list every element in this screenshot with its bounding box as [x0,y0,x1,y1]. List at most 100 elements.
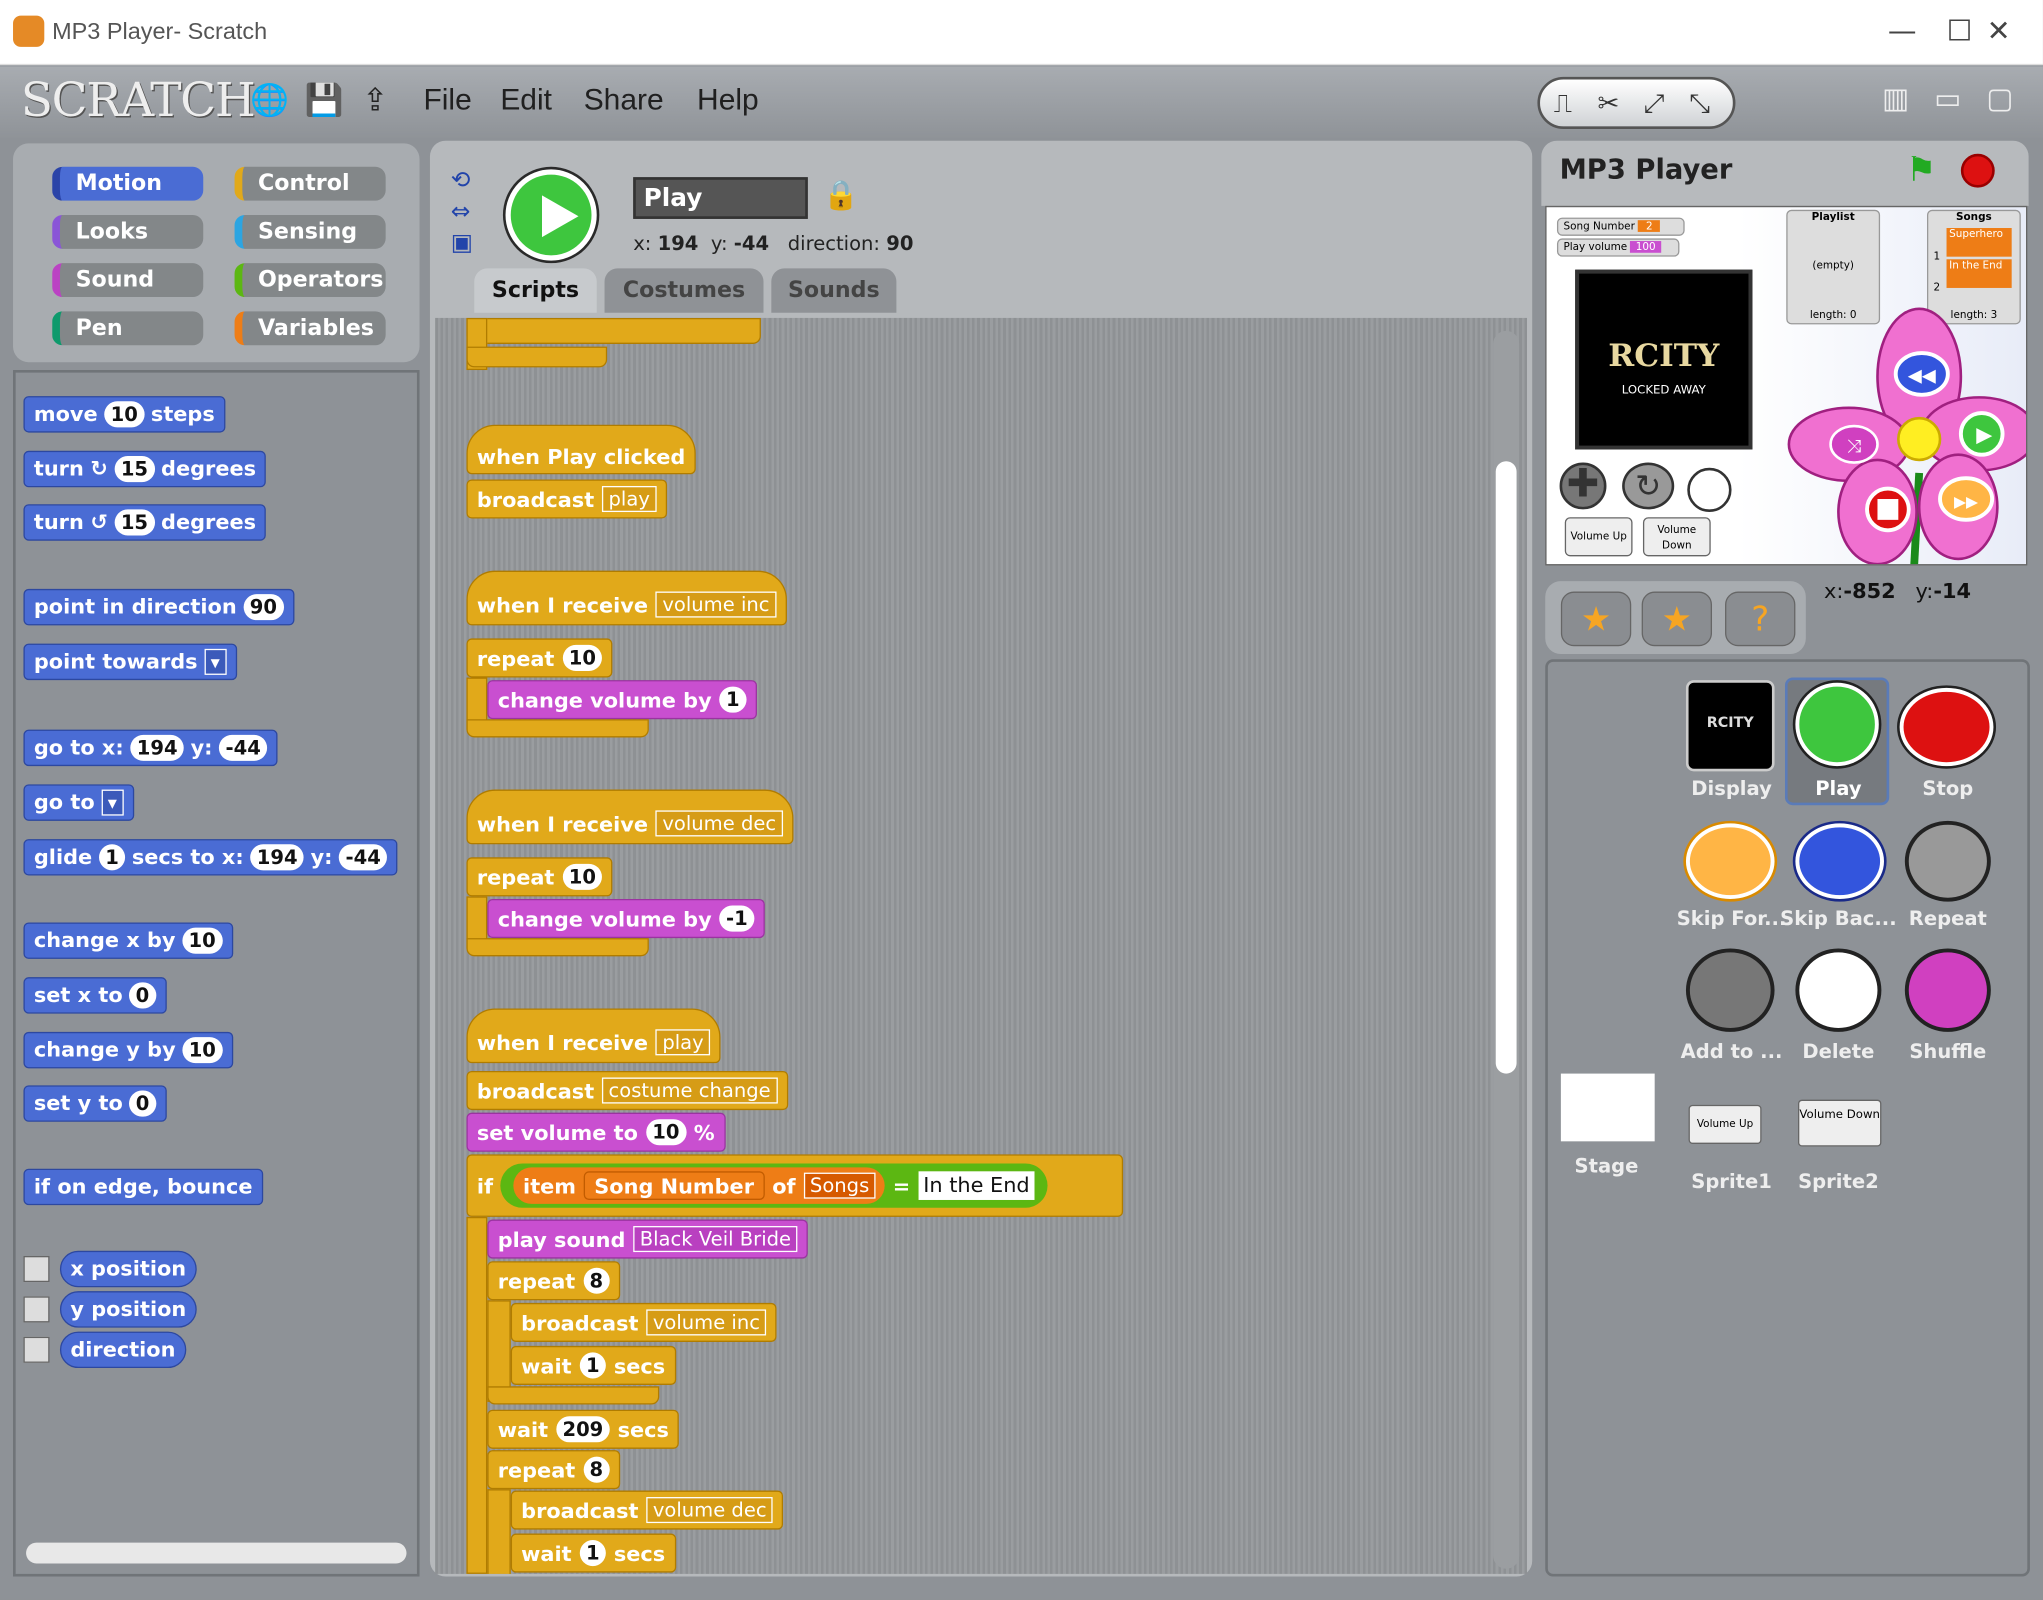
block-wait[interactable]: wait 209 secs [487,1409,680,1449]
block-input[interactable]: 1 [579,1540,607,1567]
block-broadcast[interactable]: broadcast play [466,479,667,519]
stage[interactable]: Song Number 2 Play volume 100 Playlist (… [1545,205,2028,566]
sprite-thumb-display[interactable]: RCITY [1685,680,1775,772]
block-point-direction[interactable]: point in direction 90 [23,588,294,626]
category-looks[interactable]: Looks [52,214,204,249]
message-dropdown[interactable]: costume change [602,1077,778,1104]
tab-costumes[interactable]: Costumes [604,268,764,313]
block-input[interactable]: 1 [98,844,126,871]
block-set-volume[interactable]: set volume to 10% [466,1112,726,1152]
category-control[interactable]: Control [234,166,386,201]
block-input[interactable]: 10 [562,863,603,890]
script-fragment[interactable] [466,317,761,344]
delete-sprite[interactable] [1687,467,1732,513]
dropdown-icon[interactable]: ▾ [101,789,124,816]
reporter-item-of-list[interactable]: item Song Number of Songs [513,1167,885,1204]
choose-sprite-file-icon[interactable]: ★ [1641,591,1713,647]
reporter-direction[interactable]: direction [59,1331,186,1369]
rotation-none-icon[interactable]: ▣ [451,229,473,256]
category-motion[interactable]: Motion [52,166,204,201]
block-input[interactable]: 90 [243,594,284,621]
block-bounce[interactable]: if on edge, bounce [23,1168,263,1206]
block-input[interactable]: 0 [129,982,156,1009]
block-change-volume[interactable]: change volume by -1 [487,899,765,939]
block-set-y[interactable]: set y to 0 [23,1085,167,1122]
message-dropdown[interactable]: play [655,1029,711,1056]
share-upload-icon[interactable]: ⇪ [357,82,393,118]
block-broadcast[interactable]: broadcast costume change [466,1070,788,1111]
block-glide[interactable]: glide 1 secs to x: 194 y: -44 [23,839,398,876]
category-sound[interactable]: Sound [52,263,204,298]
block-repeat[interactable]: repeat 10 [466,857,613,897]
block-input[interactable]: -44 [339,844,388,871]
block-change-y[interactable]: change y by 10 [23,1031,233,1069]
sprite-thumb-skip-back[interactable] [1795,823,1884,900]
reporter-y-position[interactable]: y position [59,1291,197,1328]
sprite-thumb-add[interactable] [1685,948,1775,1032]
block-input[interactable]: 1 [719,686,747,713]
block-input[interactable]: 0 [129,1090,156,1117]
grow-icon[interactable]: ⤢ [1631,79,1677,126]
sprite-thumb-repeat[interactable] [1904,820,1991,902]
checkbox-x-position[interactable] [23,1255,50,1283]
category-sensing[interactable]: Sensing [234,214,386,249]
menu-file[interactable]: File [423,82,471,117]
block-input[interactable]: 8 [583,1456,610,1483]
block-input[interactable]: 10 [645,1119,686,1146]
block-input[interactable]: 10 [182,1037,223,1064]
checkbox-direction[interactable] [23,1336,50,1363]
block-repeat[interactable]: repeat 8 [487,1261,621,1301]
message-dropdown[interactable]: volume inc [655,591,777,618]
list-dropdown[interactable]: Songs [803,1172,876,1199]
dropdown-icon[interactable]: ▾ [204,648,227,675]
block-input[interactable]: 209 [555,1416,610,1443]
category-variables[interactable]: Variables [234,311,386,346]
block-input[interactable]: 1 [579,1352,607,1379]
block-input[interactable]: 15 [114,509,155,536]
stop-sign-icon[interactable] [1960,153,1995,188]
hat-when-clicked[interactable]: when Play clicked [466,424,696,475]
scripts-scrollbar[interactable] [1493,330,1520,1569]
palette-scrollbar[interactable] [26,1542,407,1564]
lock-icon[interactable]: 🔒 [823,180,859,213]
category-operators[interactable]: Operators [234,263,386,298]
category-pen[interactable]: Pen [52,311,204,346]
tab-sounds[interactable]: Sounds [771,268,897,313]
sprite-thumb-shuffle[interactable] [1904,948,1991,1032]
block-set-x[interactable]: set x to 0 [23,977,167,1014]
paint-new-sprite-icon[interactable]: ★ [1560,591,1632,647]
block-if[interactable]: if item Song Number of Songs = In the End [466,1154,1124,1217]
block-wait[interactable]: wait 1 secs [510,1345,676,1385]
block-input[interactable]: 10 [182,927,223,954]
scrollbar-thumb[interactable] [1495,461,1517,1074]
add-to-playlist-sprite[interactable]: ✚ [1559,462,1607,510]
block-broadcast[interactable]: broadcast volume inc [510,1302,777,1342]
save-icon[interactable]: 💾 [305,82,344,118]
random-sprite-icon[interactable]: ? [1725,591,1796,647]
block-turn-right[interactable]: turn ↻ 15 degrees [23,450,267,488]
reporter-song-number[interactable]: Song Number [583,1171,765,1200]
menu-edit[interactable]: Edit [500,82,552,117]
menu-share[interactable]: Share [584,82,664,117]
block-broadcast[interactable]: broadcast volume dec [510,1490,784,1530]
block-change-x[interactable]: change x by 10 [23,922,233,959]
reporter-x-position[interactable]: x position [59,1250,197,1288]
block-repeat[interactable]: repeat 10 [466,638,613,678]
menu-help[interactable]: Help [697,82,759,117]
sprite-thumb-sprite1[interactable]: Volume Up [1688,1104,1762,1144]
rotation-flip-icon[interactable]: ⇔ [451,198,471,225]
block-input[interactable]: 194 [130,734,185,761]
variable-monitor-song-number[interactable]: Song Number 2 [1556,217,1685,236]
repeat-sprite[interactable]: ↻ [1622,462,1675,510]
sprite-thumb-sprite2[interactable]: Volume Down [1798,1099,1882,1147]
block-input[interactable]: -1 [719,905,755,932]
stage-thumbnail[interactable] [1560,1073,1655,1142]
rotation-full-icon[interactable]: ⟲ [451,167,471,194]
block-go-to-xy[interactable]: go to x: 194 y: -44 [23,729,278,767]
block-move-steps[interactable]: move 10 steps [23,396,226,433]
volume-down-sprite[interactable]: Volume Down [1642,517,1711,557]
sprite-name-field[interactable]: Play [633,177,808,219]
cut-scissors-icon[interactable]: ✂ [1586,79,1632,126]
block-wait[interactable]: wait 1 secs [510,1533,676,1573]
message-dropdown[interactable]: volume dec [646,1497,774,1524]
